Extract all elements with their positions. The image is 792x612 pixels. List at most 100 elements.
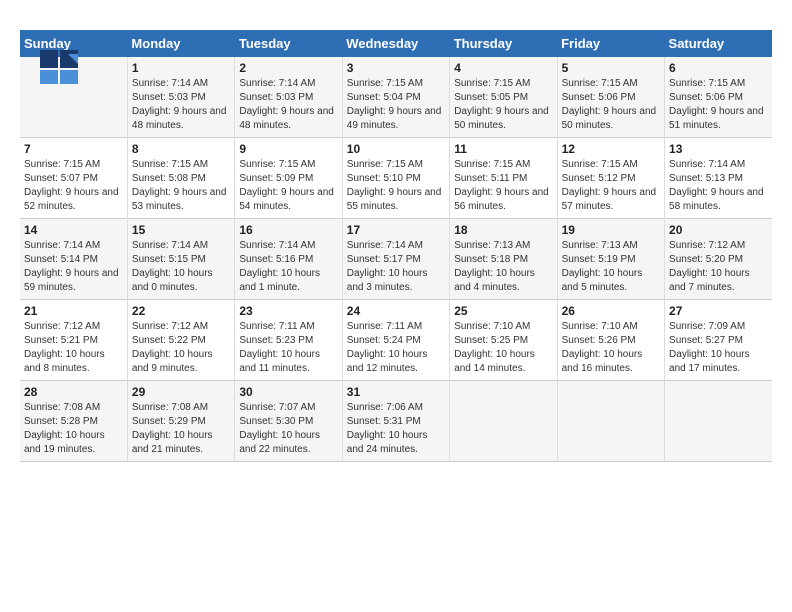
day-number: 1 xyxy=(132,61,230,75)
day-number: 28 xyxy=(24,385,123,399)
day-info: Sunrise: 7:14 AMSunset: 5:03 PMDaylight:… xyxy=(132,77,230,133)
day-info: Sunrise: 7:12 AMSunset: 5:20 PMDaylight:… xyxy=(669,239,768,295)
day-info: Sunrise: 7:08 AMSunset: 5:28 PMDaylight:… xyxy=(24,401,123,457)
day-cell: 9Sunrise: 7:15 AMSunset: 5:09 PMDaylight… xyxy=(235,138,342,219)
day-info: Sunrise: 7:14 AMSunset: 5:13 PMDaylight:… xyxy=(669,158,768,214)
week-row-1: 1 Sunrise: 7:14 AMSunset: 5:03 PMDaylight… xyxy=(20,57,772,138)
day-cell xyxy=(665,381,772,462)
day-info: Sunrise: 7:12 AMSunset: 5:22 PMDaylight:… xyxy=(132,320,230,376)
day-cell: 31 Sunrise: 7:06 AMSunset: 5:31 PMDayligh… xyxy=(342,381,449,462)
day-number: 21 xyxy=(24,304,123,318)
day-cell: 14 Sunrise: 7:14 AMSunset: 5:14 PMDayligh… xyxy=(20,219,127,300)
day-cell: 27Sunrise: 7:09 AMSunset: 5:27 PMDayligh… xyxy=(665,300,772,381)
day-info: Sunrise: 7:11 AMSunset: 5:23 PMDaylight:… xyxy=(239,320,337,376)
day-number: 10 xyxy=(347,142,445,156)
day-info: Sunrise: 7:15 AMSunset: 5:12 PMDaylight:… xyxy=(562,158,660,214)
day-number: 23 xyxy=(239,304,337,318)
day-info: Sunrise: 7:08 AMSunset: 5:29 PMDaylight:… xyxy=(132,401,230,457)
day-info: Sunrise: 7:13 AMSunset: 5:19 PMDaylight:… xyxy=(562,239,660,295)
day-info: Sunrise: 7:14 AMSunset: 5:03 PMDaylight:… xyxy=(239,77,337,133)
day-cell: 6 Sunrise: 7:15 AMSunset: 5:06 PMDaylight… xyxy=(665,57,772,138)
day-cell: 2 Sunrise: 7:14 AMSunset: 5:03 PMDaylight… xyxy=(235,57,342,138)
logo-container xyxy=(40,50,84,86)
day-number: 17 xyxy=(347,223,445,237)
calendar-table: SundayMondayTuesdayWednesdayThursdayFrid… xyxy=(20,30,772,462)
day-cell: 7 Sunrise: 7:15 AMSunset: 5:07 PMDaylight… xyxy=(20,138,127,219)
week-row-4: 21 Sunrise: 7:12 AMSunset: 5:21 PMDayligh… xyxy=(20,300,772,381)
day-cell: 18Sunrise: 7:13 AMSunset: 5:18 PMDayligh… xyxy=(450,219,557,300)
day-number: 13 xyxy=(669,142,768,156)
column-header-friday: Friday xyxy=(557,30,664,57)
day-number: 3 xyxy=(347,61,445,75)
day-cell: 29 Sunrise: 7:08 AMSunset: 5:29 PMDayligh… xyxy=(127,381,234,462)
day-info: Sunrise: 7:15 AMSunset: 5:07 PMDaylight:… xyxy=(24,158,123,214)
logo-icon xyxy=(40,50,80,86)
day-cell: 3 Sunrise: 7:15 AMSunset: 5:04 PMDaylight… xyxy=(342,57,449,138)
week-row-2: 7 Sunrise: 7:15 AMSunset: 5:07 PMDaylight… xyxy=(20,138,772,219)
day-cell: 23 Sunrise: 7:11 AMSunset: 5:23 PMDayligh… xyxy=(235,300,342,381)
day-cell xyxy=(450,381,557,462)
day-number: 2 xyxy=(239,61,337,75)
column-header-thursday: Thursday xyxy=(450,30,557,57)
day-info: Sunrise: 7:15 AMSunset: 5:06 PMDaylight:… xyxy=(669,77,768,133)
day-info: Sunrise: 7:12 AMSunset: 5:21 PMDaylight:… xyxy=(24,320,123,376)
day-cell: 22 Sunrise: 7:12 AMSunset: 5:22 PMDayligh… xyxy=(127,300,234,381)
day-cell: 30Sunrise: 7:07 AMSunset: 5:30 PMDayligh… xyxy=(235,381,342,462)
week-row-3: 14 Sunrise: 7:14 AMSunset: 5:14 PMDayligh… xyxy=(20,219,772,300)
day-cell: 28 Sunrise: 7:08 AMSunset: 5:28 PMDayligh… xyxy=(20,381,127,462)
day-number: 16 xyxy=(239,223,337,237)
day-cell: 25 Sunrise: 7:10 AMSunset: 5:25 PMDayligh… xyxy=(450,300,557,381)
day-cell: 15Sunrise: 7:14 AMSunset: 5:15 PMDayligh… xyxy=(127,219,234,300)
day-cell: 24 Sunrise: 7:11 AMSunset: 5:24 PMDayligh… xyxy=(342,300,449,381)
day-number: 29 xyxy=(132,385,230,399)
day-info: Sunrise: 7:11 AMSunset: 5:24 PMDaylight:… xyxy=(347,320,445,376)
day-number: 24 xyxy=(347,304,445,318)
day-number: 20 xyxy=(669,223,768,237)
day-info: Sunrise: 7:15 AMSunset: 5:06 PMDaylight:… xyxy=(562,77,660,133)
day-number: 25 xyxy=(454,304,552,318)
day-cell: 16Sunrise: 7:14 AMSunset: 5:16 PMDayligh… xyxy=(235,219,342,300)
day-cell: 4 Sunrise: 7:15 AMSunset: 5:05 PMDaylight… xyxy=(450,57,557,138)
day-info: Sunrise: 7:14 AMSunset: 5:17 PMDaylight:… xyxy=(347,239,445,295)
day-number: 14 xyxy=(24,223,123,237)
day-info: Sunrise: 7:06 AMSunset: 5:31 PMDaylight:… xyxy=(347,401,445,457)
day-cell xyxy=(557,381,664,462)
day-number: 4 xyxy=(454,61,552,75)
day-cell: 8 Sunrise: 7:15 AMSunset: 5:08 PMDaylight… xyxy=(127,138,234,219)
day-number: 31 xyxy=(347,385,445,399)
day-cell: 17 Sunrise: 7:14 AMSunset: 5:17 PMDayligh… xyxy=(342,219,449,300)
day-info: Sunrise: 7:15 AMSunset: 5:04 PMDaylight:… xyxy=(347,77,445,133)
day-number: 26 xyxy=(562,304,660,318)
header-row: SundayMondayTuesdayWednesdayThursdayFrid… xyxy=(20,30,772,57)
day-info: Sunrise: 7:15 AMSunset: 5:11 PMDaylight:… xyxy=(454,158,552,214)
day-cell: 11Sunrise: 7:15 AMSunset: 5:11 PMDayligh… xyxy=(450,138,557,219)
day-number: 22 xyxy=(132,304,230,318)
day-number: 19 xyxy=(562,223,660,237)
day-info: Sunrise: 7:10 AMSunset: 5:26 PMDaylight:… xyxy=(562,320,660,376)
day-cell: 13 Sunrise: 7:14 AMSunset: 5:13 PMDayligh… xyxy=(665,138,772,219)
day-info: Sunrise: 7:15 AMSunset: 5:05 PMDaylight:… xyxy=(454,77,552,133)
day-number: 5 xyxy=(562,61,660,75)
day-info: Sunrise: 7:14 AMSunset: 5:14 PMDaylight:… xyxy=(24,239,123,295)
day-number: 9 xyxy=(239,142,337,156)
column-header-saturday: Saturday xyxy=(665,30,772,57)
page-wrapper: SundayMondayTuesdayWednesdayThursdayFrid… xyxy=(20,30,772,462)
day-number: 6 xyxy=(669,61,768,75)
day-number: 27 xyxy=(669,304,768,318)
day-info: Sunrise: 7:15 AMSunset: 5:08 PMDaylight:… xyxy=(132,158,230,214)
day-cell: 20 Sunrise: 7:12 AMSunset: 5:20 PMDayligh… xyxy=(665,219,772,300)
column-header-wednesday: Wednesday xyxy=(342,30,449,57)
day-number: 7 xyxy=(24,142,123,156)
day-info: Sunrise: 7:13 AMSunset: 5:18 PMDaylight:… xyxy=(454,239,552,295)
day-info: Sunrise: 7:10 AMSunset: 5:25 PMDaylight:… xyxy=(454,320,552,376)
day-cell: 12Sunrise: 7:15 AMSunset: 5:12 PMDayligh… xyxy=(557,138,664,219)
day-cell: 19 Sunrise: 7:13 AMSunset: 5:19 PMDayligh… xyxy=(557,219,664,300)
day-cell: 26 Sunrise: 7:10 AMSunset: 5:26 PMDayligh… xyxy=(557,300,664,381)
day-cell: 5 Sunrise: 7:15 AMSunset: 5:06 PMDaylight… xyxy=(557,57,664,138)
week-row-5: 28 Sunrise: 7:08 AMSunset: 5:28 PMDayligh… xyxy=(20,381,772,462)
day-cell: 21 Sunrise: 7:12 AMSunset: 5:21 PMDayligh… xyxy=(20,300,127,381)
logo xyxy=(40,50,84,86)
column-header-tuesday: Tuesday xyxy=(235,30,342,57)
day-cell: 1 Sunrise: 7:14 AMSunset: 5:03 PMDaylight… xyxy=(127,57,234,138)
day-number: 8 xyxy=(132,142,230,156)
